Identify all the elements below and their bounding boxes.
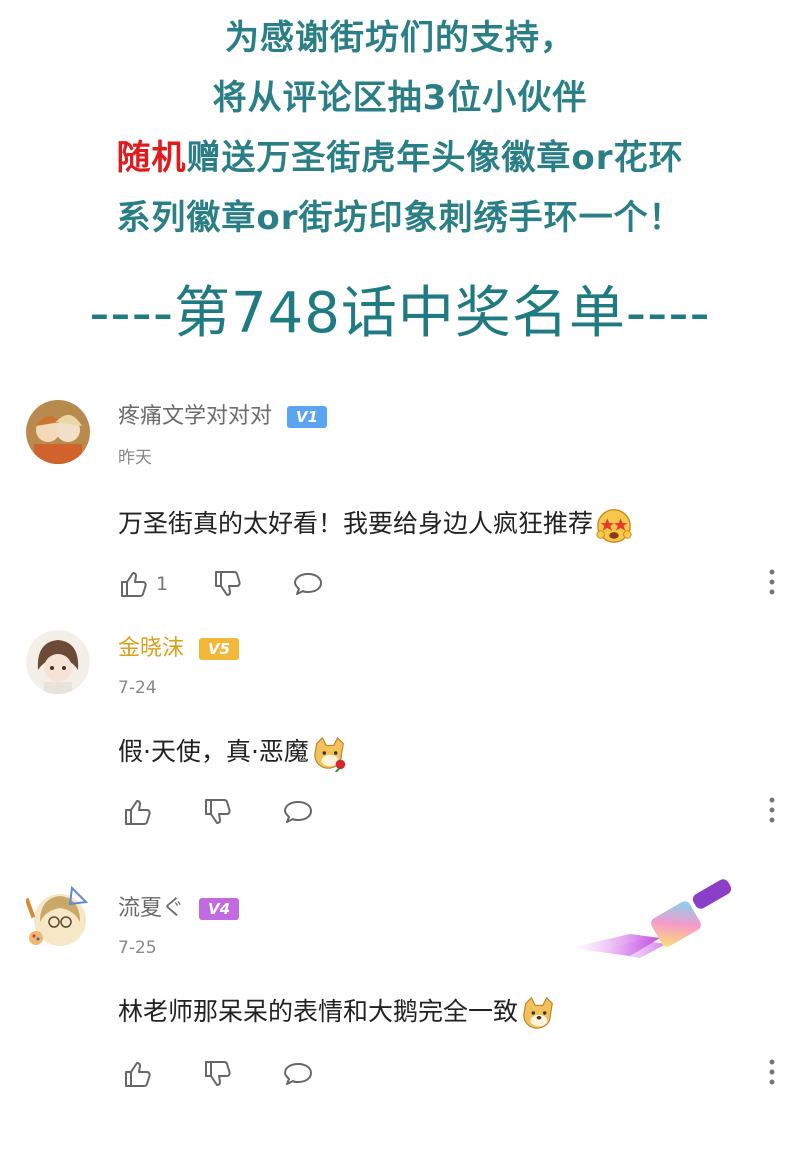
- username[interactable]: 金晓沫 V5: [118, 634, 241, 664]
- comment-bubble-icon: [284, 801, 312, 823]
- comment-decoration-paintbrush: [570, 878, 750, 968]
- username-text: 疼痛文学对对对: [118, 404, 273, 429]
- like-button[interactable]: 1: [118, 564, 168, 604]
- reply-button[interactable]: [282, 792, 314, 832]
- dislike-button[interactable]: [202, 1054, 234, 1094]
- comment-actions: [118, 792, 778, 832]
- avatar[interactable]: [26, 884, 90, 948]
- comment-date: 7-25: [118, 938, 157, 958]
- level-badge: V1: [287, 406, 328, 428]
- comment-actions: 1: [118, 564, 778, 604]
- username[interactable]: 疼痛文学对对对 V1: [118, 402, 329, 432]
- thumbs-up-icon: [125, 800, 151, 825]
- dislike-button[interactable]: [202, 792, 234, 832]
- thumbs-up-icon: [125, 1062, 151, 1087]
- username-text: 金晓沫: [118, 636, 185, 661]
- username-text: 流夏ぐ: [118, 896, 185, 921]
- dislike-button[interactable]: [212, 564, 244, 604]
- more-vertical-icon: [769, 569, 775, 595]
- comment-text-content: 万圣街真的太好看！我要给身边人疯狂推荐: [118, 509, 594, 538]
- like-button[interactable]: [122, 792, 154, 832]
- comment-text-content: 林老师那呆呆的表情和大鹅完全一致: [118, 997, 519, 1026]
- banner-line-1: 为感谢街坊们的支持，: [225, 18, 575, 58]
- comment-bubble-icon: [284, 1063, 312, 1085]
- comment-text: 万圣街真的太好看！我要给身边人疯狂推荐: [118, 506, 633, 544]
- username[interactable]: 流夏ぐ V4: [118, 894, 241, 924]
- more-vertical-icon: [769, 797, 775, 823]
- reply-button[interactable]: [282, 1054, 314, 1094]
- level-badge: V5: [199, 638, 240, 660]
- comment-actions: [118, 1054, 778, 1094]
- comment-text: 假·天使，真·恶魔: [118, 734, 349, 772]
- more-options-button[interactable]: [762, 796, 782, 824]
- comment-text-content: 假·天使，真·恶魔: [118, 737, 309, 766]
- reply-button[interactable]: [292, 564, 324, 604]
- more-options-button[interactable]: [762, 1058, 782, 1086]
- doge-rose-emoji-icon: [311, 734, 349, 772]
- thumbs-down-icon: [215, 571, 241, 596]
- like-button[interactable]: [122, 1054, 154, 1094]
- comment-text: 林老师那呆呆的表情和大鹅完全一致: [118, 994, 558, 1032]
- thumbs-up-icon: [121, 572, 147, 597]
- thumbs-down-icon: [205, 1061, 231, 1086]
- comment-date: 昨天: [118, 448, 152, 468]
- banner-line-3: 随机赠送万圣街虎年头像徽章or花环: [0, 128, 800, 188]
- announcement-banner: 为感谢街坊们的支持， 将从评论区抽3位小伙伴 随机赠送万圣街虎年头像徽章or花环…: [0, 0, 800, 248]
- banner-highlight: 随机: [116, 138, 187, 178]
- winners-title: ----第748话中奖名单----: [89, 281, 711, 346]
- banner-line-3-rest: 赠送万圣街虎年头像徽章or花环: [186, 138, 684, 178]
- like-count: 1: [156, 573, 169, 595]
- comment-date: 7-24: [118, 678, 157, 698]
- more-vertical-icon: [769, 1059, 775, 1085]
- avatar[interactable]: [26, 630, 90, 694]
- doge-emoji-icon: [520, 994, 558, 1032]
- starry-eyed-emoji-icon: [595, 506, 633, 544]
- more-options-button[interactable]: [762, 568, 782, 596]
- level-badge: V4: [199, 898, 240, 920]
- thumbs-down-icon: [205, 799, 231, 824]
- banner-line-4: 系列徽章or街坊印象刺绣手环一个！: [116, 198, 684, 238]
- banner-line-2: 将从评论区抽3位小伙伴: [212, 78, 588, 118]
- comment-bubble-icon: [294, 573, 322, 595]
- avatar[interactable]: [26, 400, 90, 464]
